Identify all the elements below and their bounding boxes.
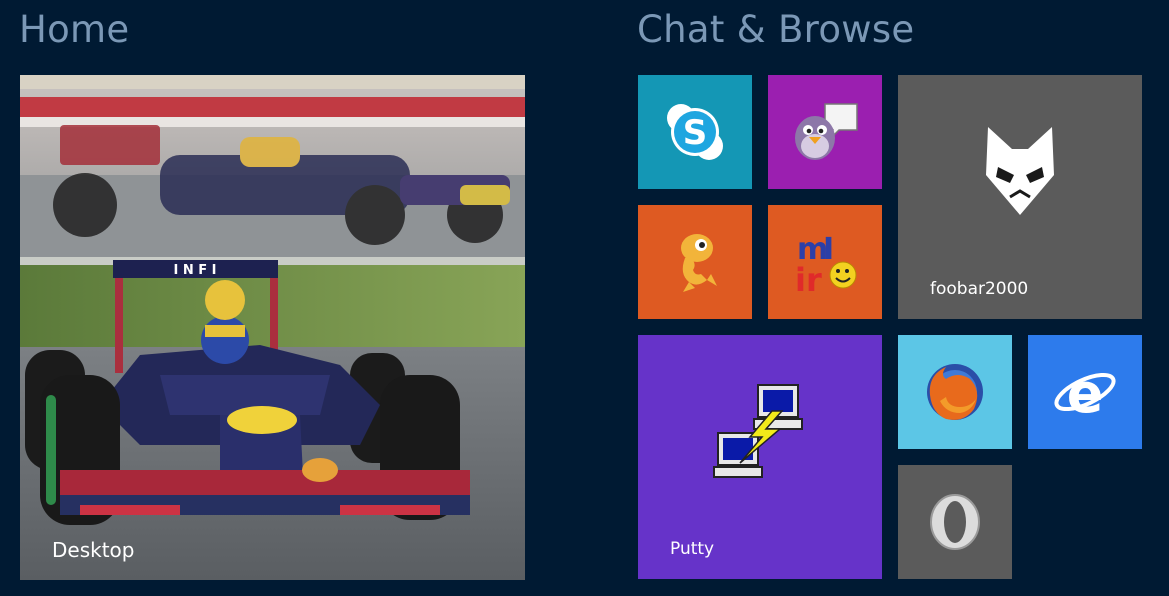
foobar-fox-icon — [986, 127, 1054, 215]
group-title-chat-browse[interactable]: Chat & Browse — [637, 8, 914, 51]
opera-icon — [930, 494, 980, 550]
svg-text:I N F I: I N F I — [173, 263, 216, 278]
tile-dino-app[interactable] — [638, 205, 752, 319]
tile-putty-label: Putty — [670, 539, 715, 559]
tile-foobar2000-label: foobar2000 — [930, 279, 1029, 299]
tile-internet-explorer[interactable]: e — [1028, 335, 1142, 449]
tile-putty[interactable]: Putty — [638, 335, 882, 579]
svg-text:S: S — [683, 113, 708, 153]
tile-desktop-label: Desktop — [52, 538, 135, 562]
firefox-icon — [927, 364, 983, 420]
tile-desktop[interactable]: I N F I Desktop — [20, 75, 525, 580]
svg-text:I: I — [823, 232, 834, 267]
pidgin-icon — [795, 103, 858, 160]
group-title-home: Home — [19, 8, 130, 51]
tile-firefox[interactable] — [898, 335, 1012, 449]
tile-mirc[interactable]: m I ir — [768, 205, 882, 319]
skype-icon: S — [667, 104, 723, 160]
tile-skype[interactable]: S — [638, 75, 752, 189]
putty-icon — [713, 384, 803, 478]
svg-text:e: e — [1067, 362, 1104, 422]
dino-icon — [681, 234, 717, 292]
internet-explorer-icon: e — [1054, 362, 1116, 422]
tile-pidgin[interactable] — [768, 75, 882, 189]
tile-foobar2000[interactable]: foobar2000 — [898, 75, 1142, 319]
tile-opera[interactable] — [898, 465, 1012, 579]
svg-text:ir: ir — [795, 261, 822, 295]
f1-race-car-photo: I N F I — [20, 75, 525, 580]
mirc-icon: m I ir — [795, 232, 857, 295]
